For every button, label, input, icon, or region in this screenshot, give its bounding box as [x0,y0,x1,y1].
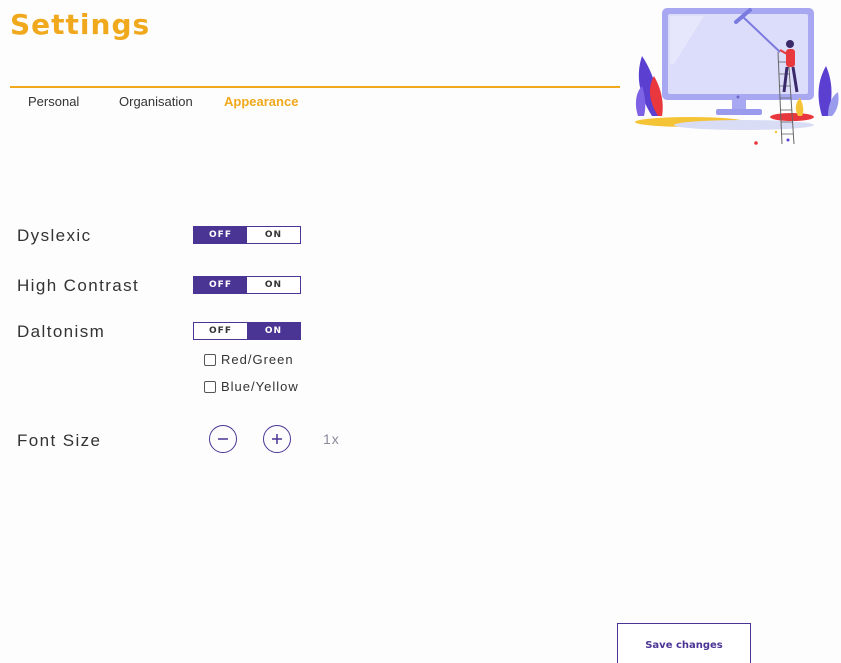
high-contrast-toggle[interactable]: OFF ON [193,276,301,294]
tab-personal[interactable]: Personal [28,94,79,109]
font-size-label: Font Size [17,431,102,450]
high-contrast-label: High Contrast [17,276,140,295]
red-green-label: Red/Green [221,352,294,367]
daltonism-on-option[interactable]: ON [247,323,300,339]
high-contrast-on-option[interactable]: ON [247,277,300,293]
daltonism-off-option[interactable]: OFF [194,323,247,339]
increase-font-button[interactable] [263,425,291,453]
dyslexic-off-option[interactable]: OFF [194,227,247,243]
blue-yellow-label: Blue/Yellow [221,379,299,394]
daltonism-label: Daltonism [17,322,106,341]
high-contrast-off-option[interactable]: OFF [194,277,247,293]
tab-organisation[interactable]: Organisation [119,94,193,109]
dyslexic-toggle[interactable]: OFF ON [193,226,301,244]
blue-yellow-checkbox[interactable] [204,380,216,393]
daltonism-toggle[interactable]: OFF ON [193,322,301,340]
dyslexic-label: Dyslexic [17,226,92,245]
dyslexic-on-option[interactable]: ON [247,227,300,243]
page-title: Settings [10,8,151,41]
font-size-value: 1x [323,431,340,447]
minus-icon [218,438,228,440]
save-changes-button[interactable]: Save changes [617,623,751,663]
tab-divider [10,86,620,88]
plus-icon [272,434,282,444]
red-green-checkbox[interactable] [204,353,216,366]
red-green-option[interactable]: Red/Green [204,352,294,367]
monitor-illustration [635,8,839,145]
decrease-font-button[interactable] [209,425,237,453]
blue-yellow-option[interactable]: Blue/Yellow [204,379,299,394]
tab-appearance[interactable]: Appearance [224,94,298,109]
